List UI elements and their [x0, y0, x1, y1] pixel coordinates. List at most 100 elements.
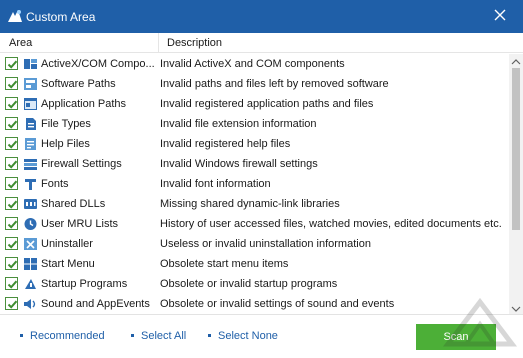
custom-area-dialog: Custom Area Area Description ActiveX/COM… — [0, 0, 523, 358]
select-none-label: Select None — [218, 330, 278, 342]
firewall-icon — [23, 157, 38, 171]
row-description: Obsolete or invalid startup programs — [160, 278, 338, 290]
footer: Recommended Select All Select None Scan — [0, 316, 523, 358]
list-header: Area Description — [0, 33, 523, 53]
checkmark-icon — [7, 260, 18, 269]
close-icon — [494, 9, 506, 24]
checkmark-icon — [7, 220, 18, 229]
row-area-label: Sound and AppEvents — [41, 298, 150, 310]
fonts-icon — [23, 177, 38, 191]
sound-icon — [23, 297, 38, 311]
bullet-icon — [20, 333, 23, 337]
list-item[interactable]: Software Paths Invalid paths and files le… — [0, 74, 509, 94]
row-checkbox[interactable] — [5, 117, 18, 130]
row-checkbox[interactable] — [5, 137, 18, 150]
file-types-icon — [23, 117, 38, 131]
row-description: Invalid paths and files left by removed … — [160, 78, 389, 90]
list-item[interactable]: Uninstaller Useless or invalid uninstalla… — [0, 234, 509, 254]
row-description: Invalid Windows firewall settings — [160, 158, 318, 170]
row-area-label: ActiveX/COM Compo... — [41, 58, 155, 70]
row-checkbox[interactable] — [5, 277, 18, 290]
row-area-label: Help Files — [41, 138, 90, 150]
select-all-link[interactable]: Select All — [131, 330, 186, 342]
row-area-label: Uninstaller — [41, 238, 93, 250]
row-area-label: Application Paths — [41, 98, 126, 110]
list-item[interactable]: Application Paths Invalid registered appl… — [0, 94, 509, 114]
scan-button[interactable]: Scan — [416, 324, 496, 350]
recommended-link[interactable]: Recommended — [20, 330, 105, 342]
row-checkbox[interactable] — [5, 297, 18, 310]
checkmark-icon — [7, 80, 18, 89]
row-checkbox[interactable] — [5, 97, 18, 110]
column-header-area[interactable]: Area — [9, 37, 32, 49]
bullet-icon — [131, 333, 134, 337]
shared-dlls-icon — [23, 197, 38, 211]
row-area-label: Fonts — [41, 178, 69, 190]
checkmark-icon — [7, 300, 18, 309]
bullet-icon — [208, 333, 211, 337]
row-area-label: Shared DLLs — [41, 198, 106, 210]
row-description: Invalid registered application paths and… — [160, 98, 374, 110]
row-checkbox[interactable] — [5, 257, 18, 270]
row-area-label: File Types — [41, 118, 91, 130]
row-description: Invalid file extension information — [160, 118, 317, 130]
row-checkbox[interactable] — [5, 237, 18, 250]
row-area-label: Firewall Settings — [41, 158, 122, 170]
select-none-link[interactable]: Select None — [208, 330, 278, 342]
scroll-up-arrow-icon[interactable] — [511, 57, 521, 65]
scroll-thumb[interactable] — [512, 68, 520, 230]
area-list: Area Description ActiveX/COM Compo... Inv… — [0, 33, 523, 315]
column-header-description[interactable]: Description — [167, 37, 222, 49]
row-description: Obsolete or invalid settings of sound an… — [160, 298, 395, 310]
row-description: Invalid ActiveX and COM components — [160, 58, 345, 70]
list-rows: ActiveX/COM Compo... Invalid ActiveX and … — [0, 54, 509, 314]
list-item[interactable]: Shared DLLs Missing shared dynamic-link l… — [0, 194, 509, 214]
row-checkbox[interactable] — [5, 197, 18, 210]
row-description: Invalid registered help files — [160, 138, 291, 150]
row-checkbox[interactable] — [5, 157, 18, 170]
list-item[interactable]: Firewall Settings Invalid Windows firewal… — [0, 154, 509, 174]
list-item[interactable]: Sound and AppEvents Obsolete or invalid s… — [0, 294, 509, 314]
window-title: Custom Area — [26, 10, 96, 24]
close-button[interactable] — [477, 0, 523, 33]
checkmark-icon — [7, 100, 18, 109]
column-divider[interactable] — [158, 33, 159, 53]
row-checkbox[interactable] — [5, 177, 18, 190]
list-item[interactable]: Start Menu Obsolete start menu items — [0, 254, 509, 274]
checkmark-icon — [7, 240, 18, 249]
row-description: Obsolete start menu items — [160, 258, 289, 270]
vertical-scrollbar[interactable] — [509, 54, 523, 314]
row-description: Invalid font information — [160, 178, 271, 190]
row-area-label: Start Menu — [41, 258, 95, 270]
list-item[interactable]: Startup Programs Obsolete or invalid star… — [0, 274, 509, 294]
checkmark-icon — [7, 140, 18, 149]
list-item[interactable]: Help Files Invalid registered help files — [0, 134, 509, 154]
row-checkbox[interactable] — [5, 217, 18, 230]
help-files-icon — [23, 137, 38, 151]
checkmark-icon — [7, 160, 18, 169]
application-paths-icon — [23, 97, 38, 111]
row-description: Missing shared dynamic-link libraries — [160, 198, 340, 210]
row-checkbox[interactable] — [5, 77, 18, 90]
list-item[interactable]: Fonts Invalid font information — [0, 174, 509, 194]
software-paths-icon — [23, 77, 38, 91]
row-area-label: Startup Programs — [41, 278, 128, 290]
recommended-label: Recommended — [30, 330, 105, 342]
row-checkbox[interactable] — [5, 57, 18, 70]
checkmark-icon — [7, 280, 18, 289]
list-item[interactable]: ActiveX/COM Compo... Invalid ActiveX and … — [0, 54, 509, 74]
checkmark-icon — [7, 200, 18, 209]
row-description: History of user accessed files, watched … — [160, 218, 502, 230]
list-item[interactable]: User MRU Lists History of user accessed f… — [0, 214, 509, 234]
row-area-label: Software Paths — [41, 78, 116, 90]
uninstaller-icon — [23, 237, 38, 251]
title-bar: Custom Area — [0, 0, 523, 33]
mru-icon — [23, 217, 38, 231]
list-item[interactable]: File Types Invalid file extension informa… — [0, 114, 509, 134]
select-all-label: Select All — [141, 330, 187, 342]
checkmark-icon — [7, 120, 18, 129]
row-area-label: User MRU Lists — [41, 218, 119, 230]
checkmark-icon — [7, 180, 18, 189]
row-description: Useless or invalid uninstallation inform… — [160, 238, 371, 250]
scroll-down-arrow-icon[interactable] — [511, 304, 521, 312]
